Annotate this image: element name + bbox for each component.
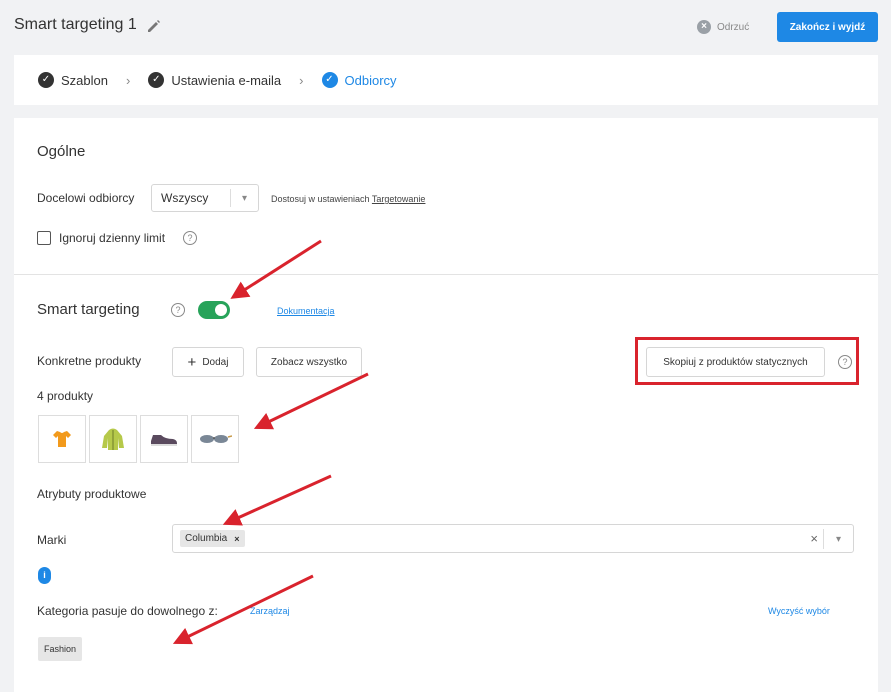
chevron-down-icon: ▾	[230, 189, 258, 207]
adjust-text: Dostosuj w ustawieniach	[271, 194, 370, 204]
toggle-knob	[215, 304, 227, 316]
category-label: Kategoria pasuje do dowolnego z:	[37, 604, 218, 618]
check-circle-icon: ✓	[38, 72, 54, 88]
finish-and-exit-button[interactable]: Zakończ i wyjdź	[777, 12, 878, 42]
product-thumbnail[interactable]	[38, 415, 86, 463]
step-label: Odbiorcy	[344, 72, 397, 88]
product-thumbnail[interactable]	[140, 415, 188, 463]
step-label: Szablon	[61, 72, 108, 88]
brand-tag-label: Columbia	[185, 533, 228, 544]
brands-multiselect[interactable]: Columbia × × ▾	[172, 524, 854, 553]
step-recipients[interactable]: ✓ Odbiorcy	[321, 72, 397, 88]
recipients-label: Docelowi odbiorcy	[37, 191, 135, 205]
step-email-settings[interactable]: ✓ Ustawienia e-maila	[148, 72, 281, 88]
add-product-button[interactable]: + Dodaj	[172, 347, 244, 377]
chevron-right-icon: ›	[299, 72, 304, 88]
category-tag[interactable]: Fashion	[38, 637, 83, 661]
stepper: ✓ Szablon › ✓ Ustawienia e-maila › ✓ Odb…	[14, 55, 878, 105]
smart-targeting-toggle[interactable]	[198, 301, 230, 319]
plus-icon: +	[187, 353, 197, 371]
recipients-select[interactable]: Wszyscy ▾	[151, 184, 259, 212]
brand-tag: Columbia ×	[180, 530, 245, 547]
chevron-down-icon[interactable]: ▾	[823, 529, 853, 549]
adjust-hint: Dostosuj w ustawieniach Targetowanie	[271, 194, 425, 204]
documentation-link[interactable]: Dokumentacja	[277, 306, 335, 316]
pencil-icon[interactable]	[146, 18, 162, 34]
ignore-limit-checkbox[interactable]	[37, 231, 51, 245]
step-label: Ustawienia e-maila	[171, 72, 282, 88]
help-icon[interactable]: ?	[183, 231, 197, 245]
clear-icon[interactable]: ×	[810, 531, 818, 546]
manage-link[interactable]: Zarządzaj	[250, 606, 290, 616]
help-icon[interactable]: ?	[838, 355, 852, 369]
shoe-icon	[151, 435, 177, 446]
close-circle-icon: ×	[697, 20, 711, 34]
tshirt-icon	[53, 431, 71, 447]
remove-tag-icon[interactable]: ×	[234, 534, 239, 544]
targeting-link[interactable]: Targetowanie	[372, 194, 426, 204]
smart-targeting-title: Smart targeting	[37, 301, 140, 318]
copy-label: Skopiuj z produktów statycznych	[663, 356, 808, 368]
see-all-label: Zobacz wszystko	[270, 356, 348, 368]
sunglasses-icon	[200, 435, 232, 443]
check-circle-icon: ✓	[148, 72, 165, 88]
see-all-button[interactable]: Zobacz wszystko	[256, 347, 362, 377]
ignore-limit-label: Ignoruj dzienny limit	[59, 231, 166, 245]
specific-products-label: Konkretne produkty	[37, 354, 142, 368]
product-thumbnail[interactable]	[191, 415, 239, 463]
jacket-icon	[102, 428, 124, 450]
discard-label: Odrzuć	[717, 21, 750, 33]
campaign-title: Smart targeting 1	[14, 16, 137, 33]
general-section-title: Ogólne	[37, 143, 86, 160]
product-count: 4 produkty	[37, 389, 94, 403]
brands-label: Marki	[37, 533, 67, 547]
product-thumbnail[interactable]	[89, 415, 137, 463]
settings-card: Ogólne Docelowi odbiorcy Wszyscy ▾ Dosto…	[14, 118, 878, 692]
discard-button[interactable]: × Odrzuć	[697, 20, 749, 34]
chevron-right-icon: ›	[125, 72, 131, 88]
product-attributes-title: Atrybuty produktowe	[37, 487, 147, 501]
copy-static-products-button[interactable]: Skopiuj z produktów statycznych	[646, 347, 825, 377]
help-icon[interactable]: ?	[171, 303, 185, 317]
clear-selection-link[interactable]: Wyczyść wybór	[768, 606, 830, 616]
top-bar: Smart targeting 1 × Odrzuć Zakończ i wyj…	[0, 0, 891, 52]
divider	[14, 274, 878, 275]
info-badge[interactable]: i	[38, 567, 51, 584]
step-template[interactable]: ✓ Szablon	[38, 72, 108, 88]
check-circle-icon: ✓	[321, 72, 338, 88]
recipients-value: Wszyscy	[161, 191, 209, 205]
add-label: Dodaj	[202, 356, 229, 368]
